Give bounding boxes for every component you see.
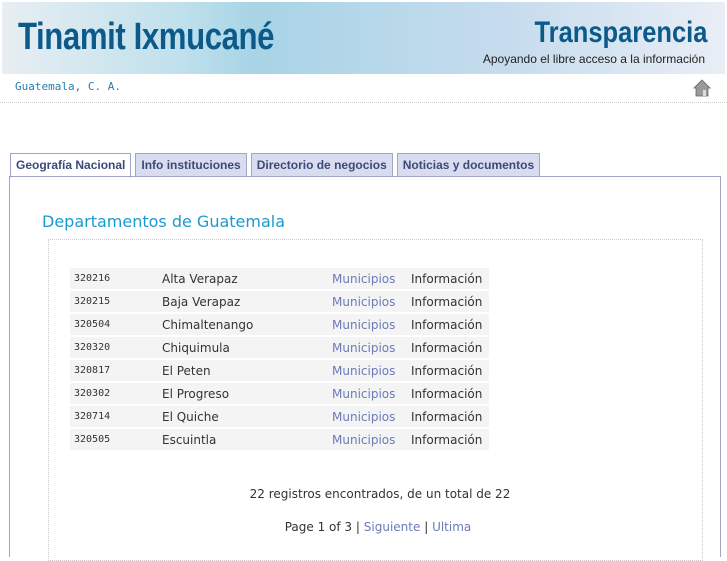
separator: | bbox=[424, 520, 429, 534]
page-title: Departamentos de Guatemala bbox=[42, 212, 286, 231]
location-label: Guatemala, C. A. bbox=[15, 80, 121, 93]
informacion-link[interactable]: Información bbox=[411, 406, 489, 427]
tab-noticias[interactable]: Noticias y documentos bbox=[396, 153, 541, 177]
table-row: 320320 Chiquimula Municipios Información bbox=[70, 337, 489, 358]
brand-title: Transparencia bbox=[534, 16, 707, 49]
table-row: 320817 El Peten Municipios Información bbox=[70, 360, 489, 381]
last-link[interactable]: Ultima bbox=[432, 520, 471, 534]
department-name: Chimaltenango bbox=[162, 314, 332, 335]
municipios-link[interactable]: Municipios bbox=[332, 291, 411, 312]
header-banner: Tinamit Ixmucané Transparencia Apoyando … bbox=[2, 2, 725, 74]
department-code: 320714 bbox=[70, 406, 162, 427]
department-name: El Quiche bbox=[162, 406, 332, 427]
tab-bar: Geografía Nacional Info instituciones Di… bbox=[10, 153, 541, 178]
municipios-link[interactable]: Municipios bbox=[332, 268, 411, 289]
tagline: Apoyando el libre acceso a la informació… bbox=[482, 52, 705, 66]
informacion-link[interactable]: Información bbox=[411, 429, 489, 450]
department-name: Baja Verapaz bbox=[162, 291, 332, 312]
separator: | bbox=[355, 520, 360, 534]
department-code: 320817 bbox=[70, 360, 162, 381]
records-count: 22 registros encontrados, de un total de… bbox=[249, 487, 511, 501]
tab-geografia[interactable]: Geografía Nacional bbox=[10, 153, 132, 178]
municipios-link[interactable]: Municipios bbox=[332, 383, 411, 404]
department-code: 320320 bbox=[70, 337, 162, 358]
department-name: Escuintla bbox=[162, 429, 332, 450]
informacion-link[interactable]: Información bbox=[411, 383, 489, 404]
municipios-link[interactable]: Municipios bbox=[332, 360, 411, 381]
page-indicator: Page 1 of 3 bbox=[284, 520, 353, 534]
table-row: 320216 Alta Verapaz Municipios Información bbox=[70, 268, 489, 289]
department-code: 320504 bbox=[70, 314, 162, 335]
municipios-link[interactable]: Municipios bbox=[332, 314, 411, 335]
departments-table: 320216 Alta Verapaz Municipios Información 3… bbox=[70, 266, 489, 452]
divider bbox=[0, 102, 727, 103]
table-row: 320302 El Progreso Municipios Información bbox=[70, 383, 489, 404]
site-logo: Tinamit Ixmucané bbox=[18, 16, 275, 58]
informacion-link[interactable]: Información bbox=[411, 314, 489, 335]
municipios-link[interactable]: Municipios bbox=[332, 337, 411, 358]
informacion-link[interactable]: Información bbox=[411, 291, 489, 312]
table-row: 320215 Baja Verapaz Municipios Información bbox=[70, 291, 489, 312]
municipios-link[interactable]: Municipios bbox=[332, 429, 411, 450]
table-row: 320505 Escuintla Municipios Información bbox=[70, 429, 489, 450]
department-code: 320216 bbox=[70, 268, 162, 289]
tab-directorio[interactable]: Directorio de negocios bbox=[250, 153, 393, 177]
department-code: 320215 bbox=[70, 291, 162, 312]
informacion-link[interactable]: Información bbox=[411, 337, 489, 358]
home-icon[interactable] bbox=[693, 79, 711, 97]
table-row: 320504 Chimaltenango Municipios Información bbox=[70, 314, 489, 335]
tab-instituciones[interactable]: Info instituciones bbox=[135, 153, 247, 177]
pagination: Page 1 of 3 | Siguiente | Ultima bbox=[0, 520, 727, 534]
department-code: 320302 bbox=[70, 383, 162, 404]
department-name: Alta Verapaz bbox=[162, 268, 332, 289]
municipios-link[interactable]: Municipios bbox=[332, 406, 411, 427]
department-name: El Progreso bbox=[162, 383, 332, 404]
next-link[interactable]: Siguiente bbox=[364, 520, 421, 534]
informacion-link[interactable]: Información bbox=[411, 360, 489, 381]
department-name: El Peten bbox=[162, 360, 332, 381]
informacion-link[interactable]: Información bbox=[411, 268, 489, 289]
department-name: Chiquimula bbox=[162, 337, 332, 358]
table-row: 320714 El Quiche Municipios Información bbox=[70, 406, 489, 427]
department-code: 320505 bbox=[70, 429, 162, 450]
